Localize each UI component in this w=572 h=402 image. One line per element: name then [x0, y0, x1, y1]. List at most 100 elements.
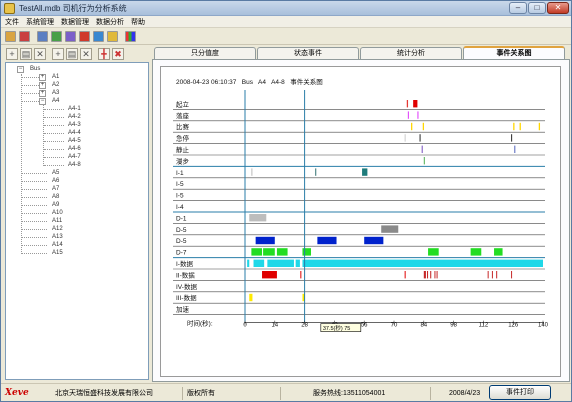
menu-bar: 文件 系统管理 数据管理 数据分析 帮助 — [1, 16, 571, 28]
bar-chart-icon[interactable] — [125, 31, 136, 42]
tree-node-a4-4[interactable]: A4-4 — [68, 130, 81, 137]
tree-node-a5[interactable]: A5 — [52, 170, 59, 177]
chart-icon[interactable] — [79, 31, 90, 42]
event-bar — [413, 100, 418, 108]
event-bar — [255, 236, 275, 245]
tree-connector — [21, 237, 47, 238]
edit-child-icon[interactable]: ▤ — [66, 48, 78, 60]
tree-node-root[interactable]: Bus — [30, 66, 40, 73]
app-icon — [4, 3, 15, 14]
expand-toggle-a1[interactable]: + — [39, 74, 46, 81]
save-icon[interactable] — [5, 31, 16, 42]
print-icon[interactable] — [19, 31, 30, 42]
remove-icon[interactable]: ✖ — [112, 48, 124, 60]
tree-node-a4[interactable]: A4 — [52, 98, 59, 105]
tree-node-a7[interactable]: A7 — [52, 186, 59, 193]
tree-node-a10[interactable]: A10 — [52, 210, 63, 217]
pin-icon[interactable]: ╋ — [98, 48, 110, 60]
row-label: D-5 — [176, 238, 187, 245]
event-bar — [381, 225, 399, 233]
import-icon[interactable] — [37, 31, 48, 42]
tree-node-a4-1[interactable]: A4-1 — [68, 106, 81, 113]
tab-status-events[interactable]: 状态事件 — [257, 47, 359, 59]
time-tooltip-text: 37.5(秒) 75 — [323, 324, 351, 332]
tab-event-relations[interactable]: 事件关系图 — [463, 46, 565, 59]
filter-icon[interactable] — [65, 31, 76, 42]
x-axis-label: 时间(秒): — [187, 319, 213, 328]
event-bar — [417, 111, 419, 119]
tree-connector — [44, 133, 64, 134]
tab-scores[interactable]: 只分值度 — [154, 47, 256, 59]
event-bar — [491, 271, 493, 279]
tree-connector — [21, 245, 47, 246]
tree-node-a6[interactable]: A6 — [52, 178, 59, 185]
menu-file[interactable]: 文件 — [5, 17, 19, 27]
row-label: D-1 — [176, 215, 187, 222]
help-icon[interactable] — [107, 31, 118, 42]
tab-content: 2008-04-23 06:10:37 Bus A4 A4-8 事件关系图 起立… — [152, 59, 570, 382]
row-label: I-数据 — [176, 259, 193, 268]
report-icon[interactable] — [93, 31, 104, 42]
tree-node-a4-6[interactable]: A4-6 — [68, 146, 81, 153]
maximize-button[interactable]: □ — [528, 2, 546, 14]
event-bar — [404, 271, 406, 279]
print-events-button[interactable]: 事件打印 — [489, 385, 551, 400]
tree-node-a4-7[interactable]: A4-7 — [68, 154, 81, 161]
x-tick-label: 84 — [420, 323, 427, 329]
expand-toggle-a2[interactable]: + — [39, 82, 46, 89]
event-bar — [519, 122, 521, 131]
tree-connector — [21, 101, 39, 102]
export-icon[interactable] — [51, 31, 62, 42]
tree-node-a4-5[interactable]: A4-5 — [68, 138, 81, 145]
left-panel: + ▤ ✕ + ▤ ✕ ╋ ✖ − Bus + A1 + A2 + A3− A4 A4-1 A4-2… — [2, 46, 150, 382]
row-label: D-7 — [176, 250, 187, 257]
edit-node-icon[interactable]: ▤ — [20, 48, 32, 60]
tab-statistics[interactable]: 统计分析 — [360, 47, 462, 59]
delete-child-icon[interactable]: ✕ — [80, 48, 92, 60]
menu-system[interactable]: 系统管理 — [26, 17, 54, 27]
menu-data[interactable]: 数据管理 — [61, 17, 89, 27]
x-tick-label: 14 — [271, 323, 278, 329]
menu-help[interactable]: 帮助 — [131, 17, 145, 27]
event-bar — [511, 271, 513, 279]
event-bar — [276, 248, 288, 256]
tree-connector — [44, 141, 64, 142]
event-bar — [513, 122, 515, 131]
tree-connector — [21, 77, 39, 78]
tree-connector — [44, 165, 64, 166]
event-bar — [423, 271, 426, 279]
row-label: III-数据 — [176, 293, 197, 302]
tree-node-a12[interactable]: A12 — [52, 226, 63, 233]
expand-toggle-root[interactable]: − — [17, 66, 24, 73]
tree-node-a11[interactable]: A11 — [52, 218, 62, 225]
event-bar — [423, 157, 425, 165]
tree-node-a13[interactable]: A13 — [52, 234, 63, 241]
x-tick-label: 98 — [450, 323, 457, 329]
event-bar — [428, 248, 439, 256]
delete-node-icon[interactable]: ✕ — [34, 48, 46, 60]
tree-node-a1[interactable]: A1 — [52, 74, 59, 81]
add-node-icon[interactable]: + — [6, 48, 18, 60]
event-bar — [426, 271, 429, 279]
tree-connector — [21, 213, 47, 214]
expand-toggle-a3[interactable]: + — [39, 90, 46, 97]
x-tick-label: 28 — [301, 323, 308, 329]
add-child-icon[interactable]: + — [52, 48, 64, 60]
tree-node-a2[interactable]: A2 — [52, 82, 59, 89]
close-button[interactable]: ✕ — [547, 2, 569, 14]
menu-analysis[interactable]: 数据分析 — [96, 17, 124, 27]
x-tick-label: 112 — [479, 323, 489, 329]
tree-node-a4-8[interactable]: A4-8 — [68, 162, 81, 169]
tree-connector — [44, 109, 64, 110]
tree-node-a9[interactable]: A9 — [52, 202, 59, 209]
tree-node-a14[interactable]: A14 — [52, 242, 63, 249]
tree-connector — [21, 253, 47, 254]
toolbar — [1, 29, 571, 45]
tree-node-a3[interactable]: A3 — [52, 90, 59, 97]
tree-node-a4-2[interactable]: A4-2 — [68, 114, 81, 121]
minimize-button[interactable]: – — [509, 2, 527, 14]
tree-node-a4-3[interactable]: A4-3 — [68, 122, 81, 129]
vehicle-tree: − Bus + A1 + A2 + A3− A4 A4-1 A4-2 A4-3 A4-4 A4-5 A4-6… — [5, 62, 149, 380]
tree-node-a15[interactable]: A15 — [52, 250, 63, 257]
tree-node-a8[interactable]: A8 — [52, 194, 59, 201]
